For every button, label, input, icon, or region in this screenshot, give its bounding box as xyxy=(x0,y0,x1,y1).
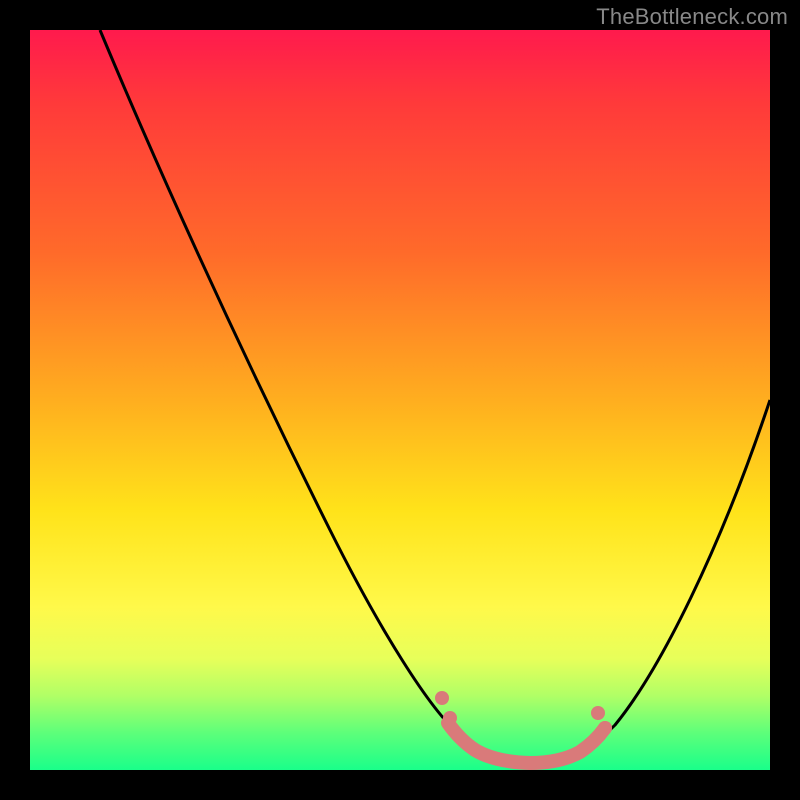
optimal-dot xyxy=(591,706,605,720)
chart-frame: TheBottleneck.com xyxy=(0,0,800,800)
optimal-dot xyxy=(435,691,449,705)
plot-svg xyxy=(30,30,770,770)
watermark-text: TheBottleneck.com xyxy=(596,4,788,30)
bottleneck-curve xyxy=(100,30,770,762)
optimal-dot xyxy=(598,721,612,735)
optimal-band xyxy=(448,723,605,763)
plot-area xyxy=(30,30,770,770)
optimal-dot xyxy=(443,711,457,725)
